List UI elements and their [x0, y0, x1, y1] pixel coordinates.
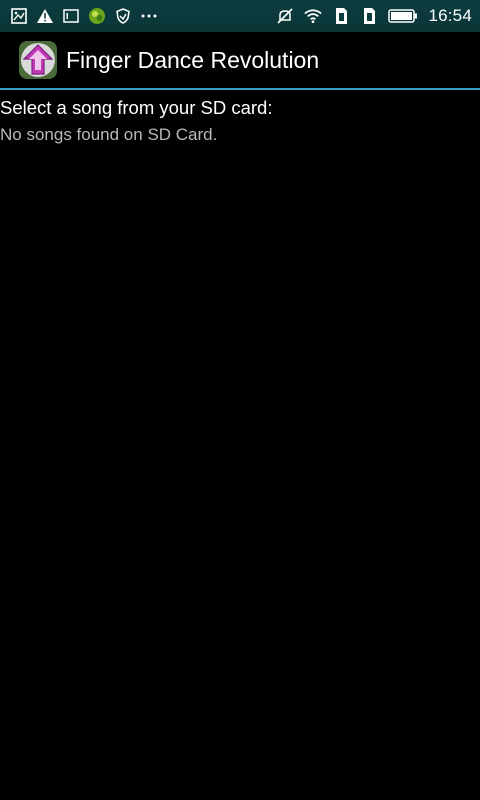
app-title: Finger Dance Revolution: [66, 46, 320, 73]
mute-icon: [276, 7, 294, 25]
empty-list-message: No songs found on SD Card.: [0, 125, 218, 144]
more-dots-icon: [140, 7, 158, 25]
sim2-icon: [360, 7, 378, 25]
arrow-up-app-icon[interactable]: [18, 40, 58, 80]
sim1-icon: [332, 7, 350, 25]
notes-icon: [62, 7, 80, 25]
warning-icon: [36, 7, 54, 25]
status-right-icons: 16:54: [276, 6, 472, 26]
wifi-icon: [304, 7, 323, 25]
status-clock: 16:54: [428, 6, 472, 25]
shield-icon: [114, 7, 132, 25]
gallery-icon: [10, 7, 28, 25]
action-bar: Finger Dance Revolution: [0, 32, 480, 88]
action-bar-divider: [0, 88, 480, 90]
status-left-icons: [10, 7, 158, 25]
status-bar: 16:54: [0, 0, 480, 32]
select-song-prompt: Select a song from your SD card:: [0, 97, 273, 118]
battery-icon: [388, 7, 418, 25]
song-list-container: Select a song from your SD card: No song…: [0, 95, 480, 149]
screen: 16:54 Finger Dance Revolution Select a s…: [0, 0, 480, 800]
app-notification-icon: [88, 7, 106, 25]
